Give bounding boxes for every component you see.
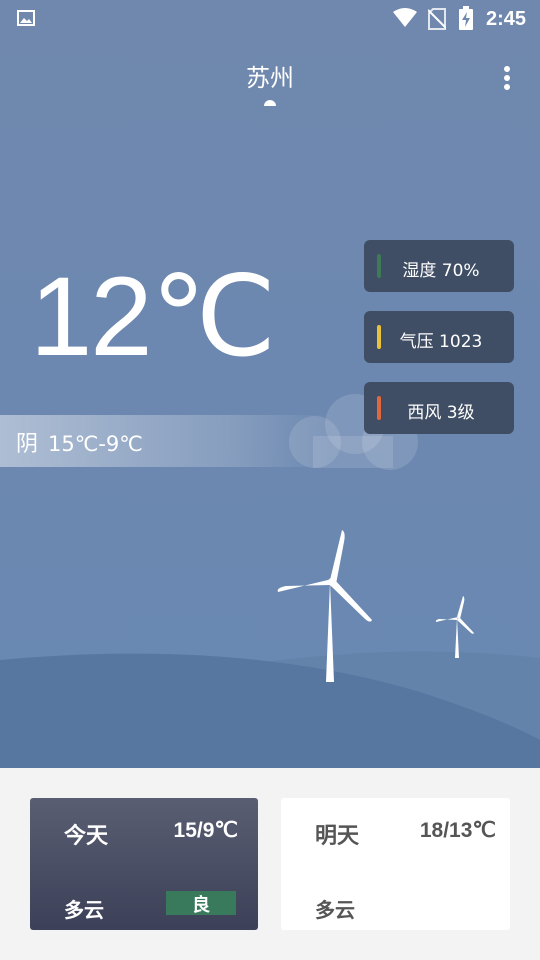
city-title[interactable]: 苏州 — [0, 58, 540, 93]
wind-card: 西风 3级 — [364, 382, 514, 434]
humidity-label: 湿度 70% — [402, 261, 480, 281]
pressure-label: 气压 1023 — [399, 332, 483, 352]
forecast-condition: 多云 — [315, 898, 355, 922]
forecast-card-today[interactable]: 今天 15/9℃ 多云 良 — [30, 798, 258, 930]
wind-turbine-icon — [277, 530, 372, 682]
weather-background: 2:45 苏州 12℃ 阴 15℃-9℃ 湿度 70% 气压 1023 西风 3级 — [0, 0, 540, 768]
battery-charging-icon — [459, 6, 473, 30]
current-condition: 阴 15℃-9℃ — [16, 426, 143, 458]
forecast-section: 今天 15/9℃ 多云 良 明天 18/13℃ 多云 — [0, 768, 540, 960]
forecast-condition: 多云 — [64, 898, 104, 922]
dot-icon — [504, 75, 510, 81]
forecast-temperature: 18/13℃ — [419, 819, 496, 842]
dot-icon — [504, 66, 510, 72]
clock: 2:45 — [486, 8, 527, 30]
temperature-range: 15℃-9℃ — [48, 432, 143, 456]
current-temperature: 12℃ — [30, 254, 276, 379]
page-indicator — [264, 100, 276, 106]
image-notification-icon — [17, 10, 35, 26]
air-quality-badge: 良 — [166, 891, 236, 916]
dot-icon — [504, 84, 510, 90]
condition-label: 阴 — [16, 432, 39, 457]
humidity-card: 湿度 70% — [364, 240, 514, 292]
forecast-card-tomorrow[interactable]: 明天 18/13℃ 多云 — [281, 798, 510, 930]
pressure-card: 气压 1023 — [364, 311, 514, 363]
status-bar: 2:45 — [0, 0, 540, 40]
wifi-icon — [393, 8, 417, 27]
wind-turbine-small-icon — [435, 596, 474, 658]
wind-label: 西风 3级 — [407, 403, 475, 423]
forecast-day-label: 今天 — [64, 824, 109, 849]
forecast-day-label: 明天 — [315, 824, 360, 849]
forecast-temperature: 15/9℃ — [173, 819, 238, 842]
no-sim-icon — [428, 8, 446, 30]
more-options-button[interactable] — [496, 64, 518, 98]
